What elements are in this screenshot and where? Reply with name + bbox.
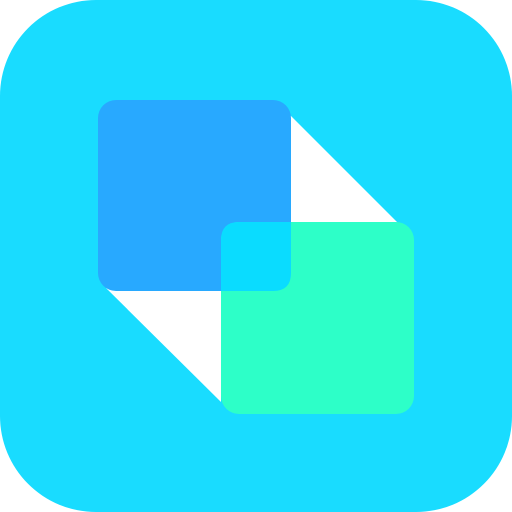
app-icon xyxy=(0,0,512,512)
overlap-region xyxy=(221,222,291,291)
overlapping-squares-icon xyxy=(0,0,512,512)
